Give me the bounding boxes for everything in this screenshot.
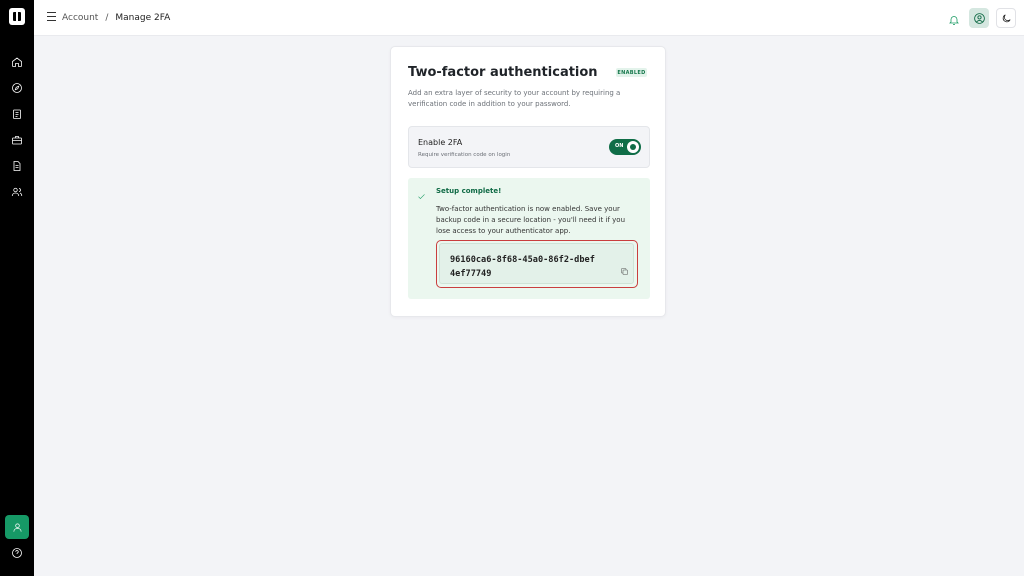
menu-icon[interactable] — [47, 12, 57, 22]
theme-toggle-button[interactable] — [996, 8, 1016, 28]
toggle-subtitle: Require verification code on login — [418, 152, 511, 158]
topbar: Account / Manage 2FA — [34, 0, 1024, 36]
check-icon — [417, 186, 427, 199]
backup-code[interactable]: 96160ca6-8f68-45a0-86f2-dbef4ef77749 — [450, 253, 600, 281]
copy-icon[interactable] — [620, 261, 630, 275]
breadcrumb: Account / Manage 2FA — [62, 12, 170, 24]
user-icon[interactable] — [5, 515, 29, 539]
document-icon[interactable] — [9, 158, 25, 174]
bell-icon[interactable] — [948, 11, 962, 25]
status-badge: ENABLED — [616, 68, 647, 77]
profile-icon — [973, 12, 985, 24]
card-title: Two-factor authentication — [408, 65, 598, 80]
moon-icon — [1002, 13, 1011, 22]
compass-icon[interactable] — [9, 80, 25, 96]
success-title: Setup complete! — [436, 187, 502, 195]
profile-button[interactable] — [969, 8, 989, 28]
breadcrumb-separator: / — [105, 13, 109, 23]
success-panel: Setup complete! Two-factor authenticatio… — [408, 178, 650, 299]
enable-2fa-panel: Enable 2FA Require verification code on … — [408, 126, 650, 168]
backup-code-box[interactable]: 96160ca6-8f68-45a0-86f2-dbef4ef77749 — [439, 243, 634, 284]
two-factor-card: Two-factor authentication ENABLED Add an… — [390, 46, 666, 317]
users-icon[interactable] — [9, 184, 25, 200]
briefcase-icon[interactable] — [9, 132, 25, 148]
clipboard-icon[interactable] — [9, 106, 25, 122]
backup-code-highlight: 96160ca6-8f68-45a0-86f2-dbef4ef77749 — [436, 240, 638, 288]
sidebar — [0, 0, 34, 576]
logo[interactable] — [9, 8, 25, 25]
home-icon[interactable] — [9, 54, 25, 70]
breadcrumb-account[interactable]: Account — [62, 12, 98, 24]
enable-2fa-toggle[interactable]: ON — [609, 139, 641, 155]
toggle-state-label: ON — [615, 143, 624, 149]
help-icon[interactable] — [9, 545, 25, 561]
toggle-title: Enable 2FA — [418, 138, 463, 147]
success-message: Two-factor authentication is now enabled… — [436, 205, 626, 235]
breadcrumb-current: Manage 2FA — [115, 13, 171, 23]
card-description: Add an extra layer of security to your a… — [408, 89, 621, 108]
toggle-knob — [627, 141, 639, 153]
